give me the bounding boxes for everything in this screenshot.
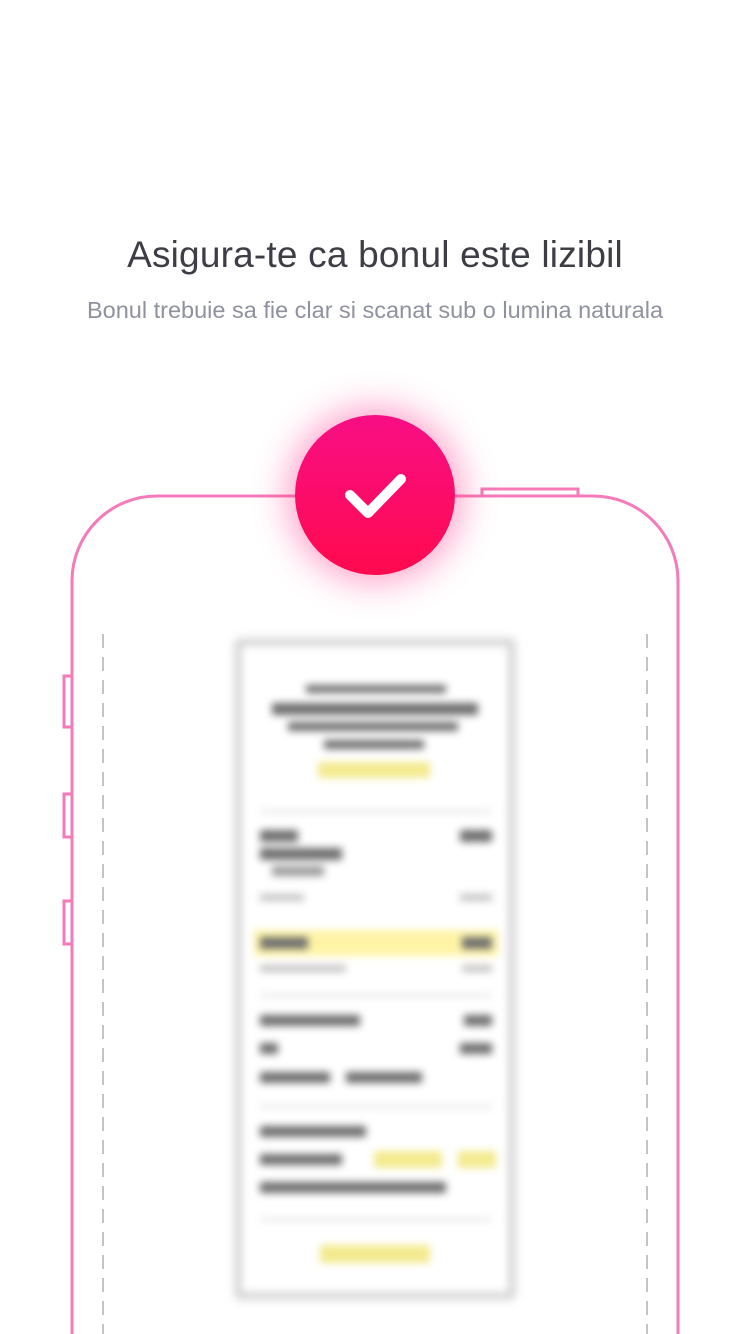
checkmark-icon <box>345 474 406 518</box>
receipt-line <box>260 830 298 842</box>
receipt-line <box>272 866 324 876</box>
receipt-line <box>260 1072 330 1083</box>
receipt-line <box>306 685 446 693</box>
blurred-receipt <box>236 640 514 1298</box>
receipt-line-highlight <box>374 1151 442 1168</box>
receipt-line <box>460 894 492 901</box>
receipt-line <box>288 722 458 731</box>
receipt-line-highlight <box>320 1245 430 1263</box>
receipt-line <box>464 1015 492 1026</box>
receipt-line-highlight <box>458 1151 496 1168</box>
receipt-line <box>260 965 346 972</box>
receipt-separator <box>260 810 492 813</box>
receipt-line <box>260 1182 446 1193</box>
receipt-separator <box>260 994 492 997</box>
receipt-line <box>260 1126 366 1137</box>
receipt-line <box>260 848 342 860</box>
receipt-line <box>462 937 492 949</box>
receipt-line <box>346 1072 422 1083</box>
receipt-line <box>260 937 308 949</box>
receipt-line-highlight <box>318 762 430 778</box>
receipt-line <box>260 1154 342 1165</box>
receipt-line <box>460 830 492 842</box>
receipt-line <box>260 894 304 901</box>
receipt-line <box>324 740 424 749</box>
approved-check-badge <box>295 415 455 575</box>
receipt-line <box>260 1015 360 1026</box>
receipt-separator <box>260 1105 492 1108</box>
receipt-line <box>272 703 478 715</box>
receipt-line <box>462 965 492 972</box>
receipt-separator <box>260 1218 492 1221</box>
receipt-line <box>260 1043 278 1054</box>
receipt-line <box>460 1043 492 1054</box>
